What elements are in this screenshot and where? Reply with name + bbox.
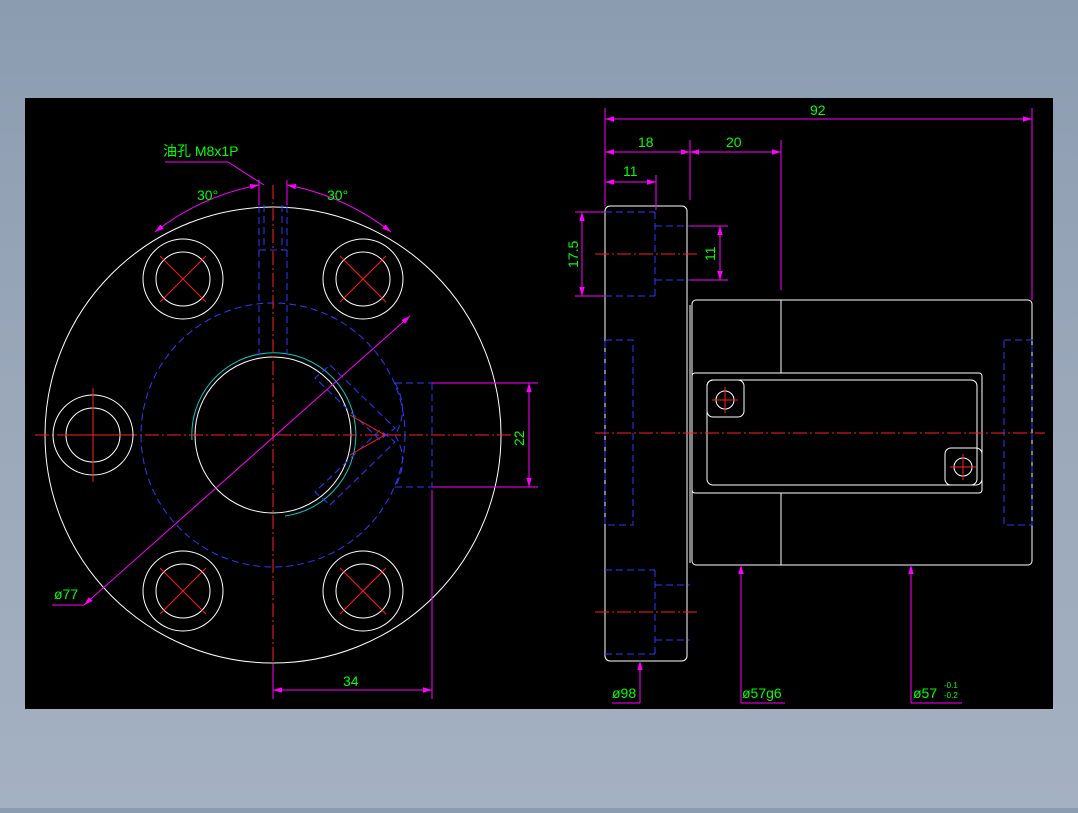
tol-lower-label: -0.2 bbox=[944, 691, 958, 700]
dim-17-5-label: 17.5 bbox=[565, 241, 581, 268]
dim-20-label: 20 bbox=[726, 134, 742, 150]
dim-92-label: 92 bbox=[810, 102, 826, 118]
oil-hole-label: 油孔 M8x1P bbox=[163, 143, 238, 159]
dia-57-tol-label: ø57 bbox=[913, 685, 937, 701]
dia-98-label: ø98 bbox=[612, 685, 636, 701]
dim-11-vert-label: 11 bbox=[702, 246, 718, 261]
dim-34-label: 34 bbox=[343, 673, 359, 689]
dia-57g6-label: ø57g6 bbox=[742, 685, 782, 701]
angle-right-label: 30° bbox=[327, 187, 348, 203]
dim-18-label: 18 bbox=[638, 134, 654, 150]
dim-11-top-label: 11 bbox=[623, 163, 638, 179]
dia-77-label: ø77 bbox=[54, 586, 78, 602]
angle-left-label: 30° bbox=[197, 187, 218, 203]
cad-window: ø77 34 22 30° 30° 油孔 M8x1P 92 18 20 11 1… bbox=[0, 0, 1078, 808]
dim-22-label: 22 bbox=[511, 430, 527, 446]
cad-viewport[interactable]: ø77 34 22 30° 30° 油孔 M8x1P 92 18 20 11 1… bbox=[0, 0, 1078, 808]
tol-upper-label: -0.1 bbox=[944, 681, 958, 690]
